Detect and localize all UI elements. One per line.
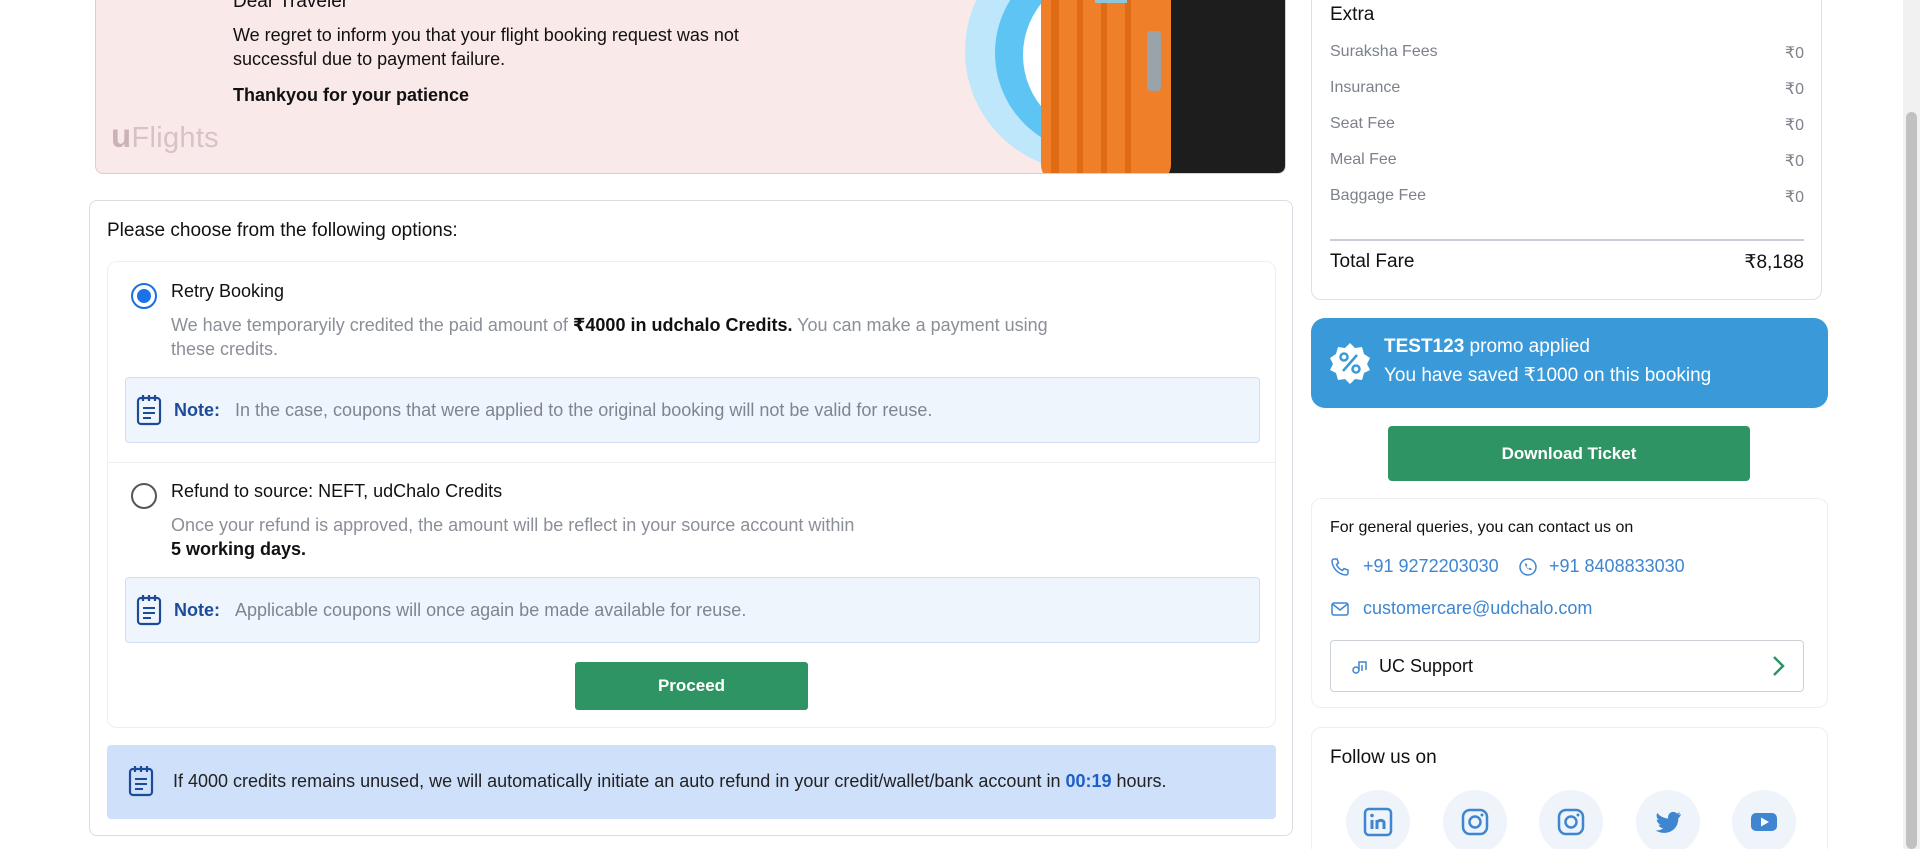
total-fare: Total Fare ₹8,188	[1330, 251, 1804, 273]
extra-title: Extra	[1330, 4, 1375, 25]
uc-support-label: UC Support	[1379, 656, 1474, 676]
fare-row-meal: Meal Fee ₹0	[1330, 151, 1804, 170]
email-link[interactable]: customercare@udchalo.com	[1363, 598, 1592, 619]
note-text: In the case, coupons that were applied t…	[235, 400, 933, 420]
mail-icon	[1331, 602, 1349, 616]
refund-note: Note: Applicable coupons will once again…	[125, 577, 1260, 643]
page-scrollbar[interactable]	[1903, 0, 1920, 849]
greeting-text: Dear Traveler	[233, 0, 349, 12]
refund-to-source-desc: Once your refund is approved, the amount…	[171, 515, 855, 559]
fare-row-seat: Seat Fee ₹0	[1330, 115, 1804, 134]
discount-badge-icon	[1330, 343, 1370, 384]
instagram-link[interactable]	[1443, 790, 1507, 849]
options-list: Retry Booking We have temporaryily credi…	[107, 261, 1276, 728]
note-text: Applicable coupons will once again be ma…	[235, 600, 747, 620]
fare-row-suraksha: Suraksha Fees ₹0	[1330, 43, 1804, 62]
fare-row-insurance: Insurance ₹0	[1330, 79, 1804, 98]
notepad-icon	[136, 595, 162, 626]
download-ticket-button[interactable]: Download Ticket	[1388, 426, 1750, 481]
whatsapp-icon	[1519, 558, 1537, 576]
retry-booking-title[interactable]: Retry Booking	[171, 281, 284, 302]
luggage-illustration	[955, 0, 1285, 173]
twitter-link[interactable]	[1636, 790, 1700, 849]
contact-title: For general queries, you can contact us …	[1330, 519, 1634, 536]
promo-applied-text: TEST123 promo applied	[1384, 336, 1590, 357]
promo-saved-text: You have saved ₹1000 on this booking	[1384, 365, 1712, 386]
promo-banner: TEST123 promo applied You have saved ₹10…	[1311, 318, 1828, 408]
retry-booking-radio[interactable]	[131, 283, 157, 309]
instagram-icon	[1557, 808, 1585, 836]
uflights-logo: uFlights	[111, 117, 219, 154]
twitter-icon	[1655, 811, 1681, 833]
follow-title: Follow us on	[1330, 747, 1437, 768]
contact-card: For general queries, you can contact us …	[1311, 498, 1828, 708]
options-card: Please choose from the following options…	[89, 200, 1293, 836]
auto-refund-text: If 4000 credits remains unused, we will …	[173, 771, 1167, 791]
note-label: Note:	[174, 600, 220, 620]
retry-booking-desc: We have temporaryily credited the paid a…	[171, 315, 1048, 359]
notepad-icon	[136, 395, 162, 426]
auto-refund-notice: If 4000 credits remains unused, we will …	[107, 745, 1276, 819]
instagram-icon	[1461, 808, 1489, 836]
retry-note: Note: In the case, coupons that were app…	[125, 377, 1260, 443]
refund-to-source-title[interactable]: Refund to source: NEFT, udChalo Credits	[171, 481, 502, 502]
options-title: Please choose from the following options…	[107, 220, 458, 241]
note-label: Note:	[174, 400, 220, 420]
total-fare-amount: ₹8,188	[1744, 252, 1804, 273]
follow-card: Follow us on	[1311, 727, 1828, 849]
proceed-button[interactable]: Proceed	[575, 662, 808, 710]
phone-link[interactable]: +91 9272203030	[1363, 556, 1499, 577]
fare-divider	[1330, 239, 1804, 241]
fare-summary-card: Extra Suraksha Fees ₹0 Insurance ₹0 Seat F…	[1311, 0, 1822, 300]
refund-timer: 00:19	[1065, 771, 1112, 791]
whatsapp-link[interactable]: +91 8408833030	[1549, 556, 1685, 577]
failure-banner: Dear Traveler We regret to inform you th…	[95, 0, 1286, 174]
failure-message: We regret to inform you that your flight…	[233, 25, 739, 69]
fare-row-baggage: Baggage Fee ₹0	[1330, 187, 1804, 206]
notepad-icon	[128, 766, 154, 797]
youtube-icon	[1751, 813, 1777, 831]
chevron-right-icon	[1773, 656, 1785, 676]
thanks-text: Thankyou for your patience	[233, 85, 470, 105]
linkedin-icon	[1363, 807, 1393, 837]
phone-icon	[1331, 558, 1349, 576]
uc-support-button[interactable]: UC Support	[1330, 640, 1804, 692]
support-icon	[1352, 661, 1367, 674]
refund-to-source-radio[interactable]	[131, 483, 157, 509]
option-divider	[108, 462, 1275, 463]
youtube-link[interactable]	[1732, 790, 1796, 849]
instagram-link[interactable]	[1539, 790, 1603, 849]
linkedin-link[interactable]	[1346, 790, 1410, 849]
scrollbar-thumb[interactable]	[1906, 112, 1917, 849]
